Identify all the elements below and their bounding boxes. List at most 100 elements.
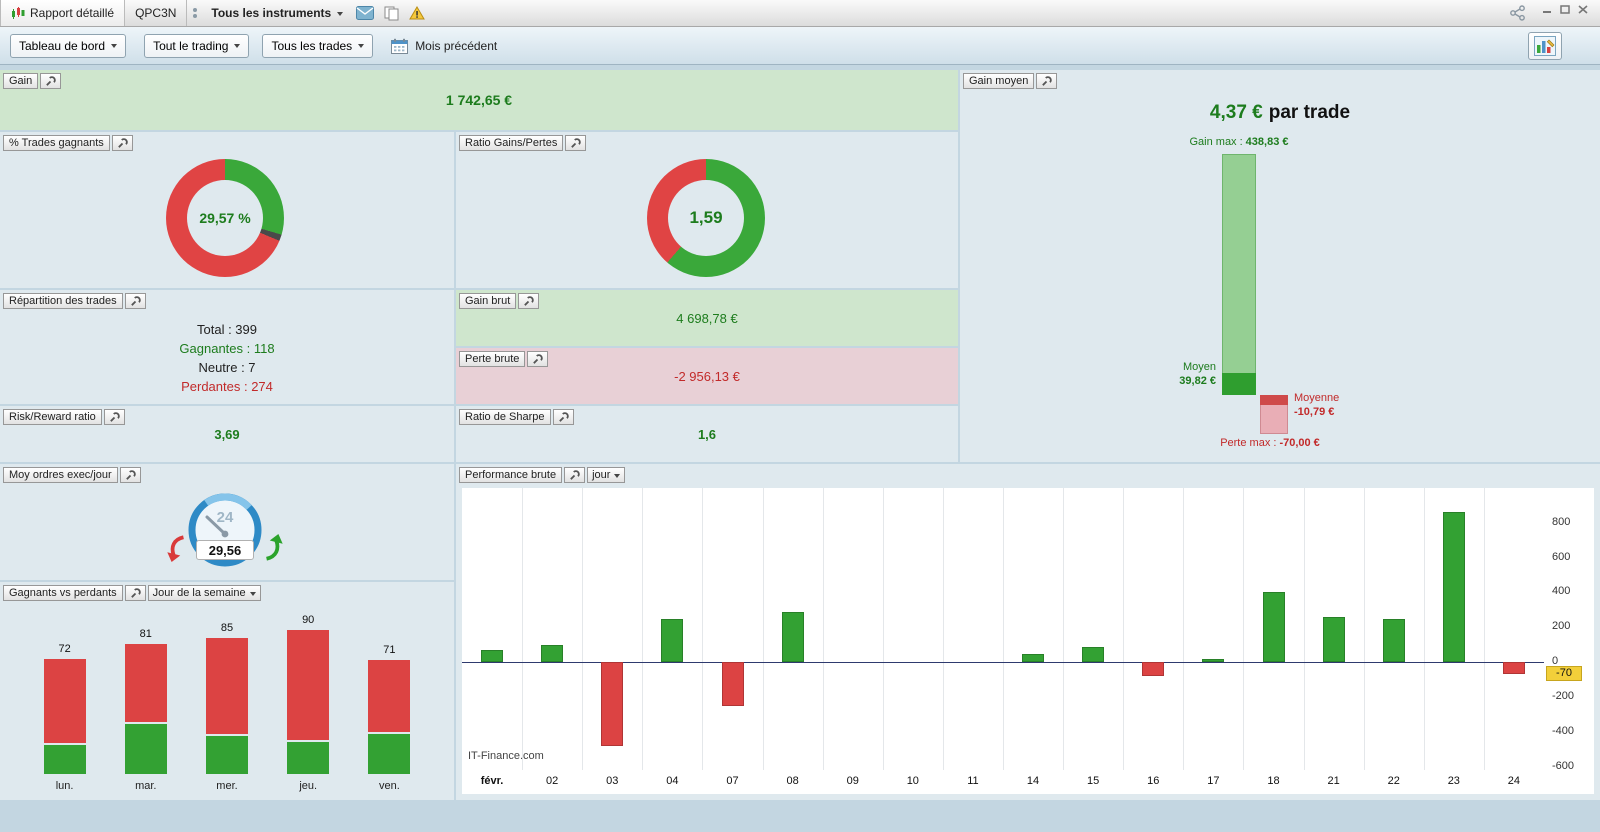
wrench-icon: [570, 469, 580, 480]
maximize-button[interactable]: [1560, 4, 1570, 14]
minimize-button[interactable]: [1542, 5, 1552, 14]
panel-label-perte-brute: Perte brute: [459, 351, 526, 367]
perf-ytick: 800: [1552, 515, 1571, 528]
trading-scope-dropdown-label: Tout le trading: [153, 38, 229, 53]
weekday-dropdown[interactable]: Jour de la semaine: [147, 585, 261, 601]
sharpe-settings-button[interactable]: [552, 409, 574, 425]
calendar-icon[interactable]: [391, 38, 409, 54]
performance-y-axis: 800 600 400 200 0 -200 -400 -600: [1544, 488, 1594, 772]
panel-performance-brute: Performance brute jour 800 600 400 200 0 -200…: [456, 464, 1600, 800]
trades-filter-dropdown-label: Tous les trades: [271, 38, 353, 53]
panel-label-risk-reward: Risk/Reward ratio: [3, 409, 102, 425]
perf-gridline: [582, 488, 584, 770]
panel-label-gain-brut: Gain brut: [459, 293, 517, 309]
ratio-gains-settings-button[interactable]: [565, 135, 587, 151]
period-granularity-dropdown[interactable]: jour: [587, 467, 626, 483]
perf-xtick: 23: [1447, 775, 1460, 787]
perf-gridline: [1303, 488, 1305, 770]
panel-label-gagnants-vs-perdants: Gagnants vs perdants: [3, 585, 123, 601]
performance-plot-area: [462, 488, 1544, 770]
close-button[interactable]: [1578, 4, 1588, 14]
chevron-down-icon: [358, 44, 365, 51]
perf-xtick: 17: [1207, 775, 1220, 787]
gain-moyen-bar: [1222, 373, 1256, 395]
panel-ratio-sharpe: Ratio de Sharpe 1,6: [456, 406, 958, 462]
message-icon[interactable]: [356, 6, 375, 20]
perf-gridline: [642, 488, 644, 770]
gauge-dial-number: 24: [217, 509, 234, 526]
perf-bar: [661, 619, 684, 663]
chevron-down-icon: [111, 44, 118, 51]
perf-bar: [601, 662, 624, 746]
performance-settings-button[interactable]: [564, 467, 586, 483]
perf-xtick: 14: [1026, 775, 1040, 787]
gvp-total-label: 72: [58, 642, 71, 655]
warning-icon[interactable]: [409, 6, 426, 20]
gvp-total-label: 81: [139, 628, 152, 641]
perte-brute-settings-button[interactable]: [527, 351, 549, 367]
gvp-total-label: 85: [220, 622, 234, 634]
instruments-dropdown[interactable]: Tous les instruments: [203, 4, 351, 22]
chart-settings-button[interactable]: [1528, 31, 1562, 60]
perf-ytick: -600: [1552, 759, 1575, 772]
wrench-icon: [117, 137, 128, 148]
gvp-day-label: mer.: [216, 780, 238, 792]
perf-gridline: [702, 488, 704, 770]
gvp-day-label: lun.: [55, 780, 74, 792]
perf-xtick: 16: [1147, 775, 1160, 787]
perf-bar: [1142, 662, 1165, 676]
perf-bar: [1322, 616, 1345, 663]
last-value-tag: -70: [1546, 666, 1582, 682]
perf-gridline: [1003, 488, 1004, 770]
gain-brut-settings-button[interactable]: [518, 293, 540, 309]
gvp-bar-gagnants: [287, 742, 330, 774]
perf-xtick: 15: [1087, 775, 1100, 787]
window-controls: [1542, 4, 1588, 14]
perf-bar: [1022, 654, 1045, 663]
panel-label-ratio-gains-pertes: Ratio Gains/Pertes: [459, 135, 564, 151]
perf-xtick: 03: [606, 775, 619, 787]
gvp-bar-gagnants: [43, 745, 86, 774]
perf-xtick: 04: [666, 775, 679, 787]
panel-gain-moyen: Gain moyen 4,37 € par trade Gain max :438…: [960, 70, 1600, 462]
gvp-day-label: jeu.: [299, 780, 318, 792]
copy-icon[interactable]: [384, 6, 399, 21]
gagnants-vs-perdants-settings-button[interactable]: [124, 585, 146, 601]
perf-xtick: 02: [546, 775, 559, 787]
share-icon[interactable]: [1509, 5, 1527, 21]
moy-ordres-value: 29,56: [196, 540, 254, 560]
perf-bar: [1082, 647, 1105, 663]
repartition-settings-button[interactable]: [124, 293, 146, 309]
ratio-gains-donut-value: 1,59: [689, 208, 723, 227]
perf-bar: [1502, 662, 1525, 675]
trading-scope-dropdown[interactable]: Tout le trading: [144, 33, 250, 58]
panel-risk-reward: Risk/Reward ratio 3,69: [0, 406, 454, 462]
perf-ytick: 0: [1552, 655, 1559, 668]
trades-filter-dropdown[interactable]: Tous les trades: [262, 33, 374, 58]
perf-xtick: 11: [967, 775, 979, 787]
pct-trades-settings-button[interactable]: [111, 135, 133, 151]
gain-settings-button[interactable]: [40, 73, 62, 89]
panel-moy-ordres: Moy ordres exec/jour 24 29,56: [0, 464, 454, 580]
perf-gridline: [1123, 488, 1125, 770]
moy-ordres-settings-button[interactable]: [119, 467, 141, 483]
risk-reward-settings-button[interactable]: [103, 409, 125, 425]
panel-pct-trades-gagnants: % Trades gagnants 29,57 %: [0, 132, 454, 288]
dashboard-dropdown[interactable]: Tableau de bord: [10, 33, 127, 58]
chevron-down-icon: [234, 44, 241, 51]
wrench-icon: [109, 411, 120, 422]
tab-rapport-detaille[interactable]: Rapport détaillé: [0, 0, 126, 26]
repartition-row-total: Total : 399: [197, 322, 257, 337]
gvp-bar-perdants: [368, 660, 411, 732]
tab-qpc3n[interactable]: QPC3N: [125, 0, 188, 26]
panel-label-moy-ordres: Moy ordres exec/jour: [3, 467, 118, 483]
gain-max-bar: [1222, 153, 1256, 395]
perf-xtick: 09: [846, 775, 859, 787]
gain-moyen-settings-button[interactable]: [1036, 73, 1058, 89]
repartition-rows: Total : 399 Gagnantes : 118 Neutre : 7 P…: [0, 320, 454, 396]
perf-gridline: [1063, 488, 1065, 770]
link-toggle-icon[interactable]: [193, 8, 198, 18]
gain-moyen-headline-suffix: par trade: [1268, 102, 1351, 123]
chevron-down-icon: [337, 11, 344, 19]
gvp-bar-perdants: [206, 638, 248, 734]
